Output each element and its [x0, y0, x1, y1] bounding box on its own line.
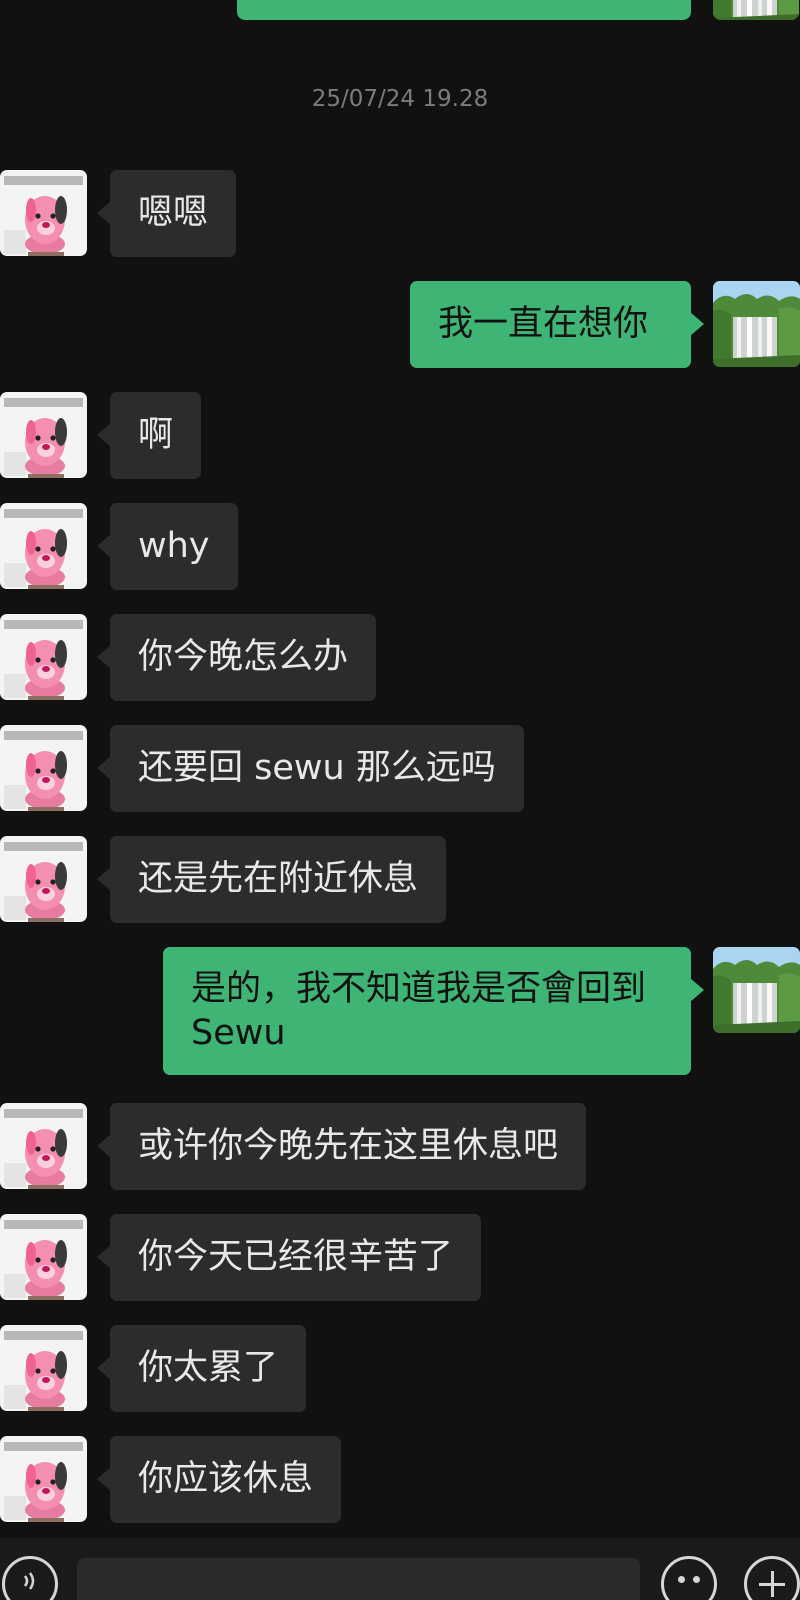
contact-avatar-icon[interactable] [0, 1103, 87, 1189]
incoming-message-bubble[interactable]: 你今天已经很辛苦了 [96, 1214, 482, 1301]
voice-wave-icon[interactable] [2, 1556, 58, 1600]
emoji-smiley-icon[interactable] [661, 1556, 717, 1600]
contact-avatar-icon[interactable] [0, 725, 87, 811]
outgoing-message-bubble[interactable]: 是的，我不知道我是否會回到 Sewu [163, 947, 704, 1075]
plus-icon[interactable] [744, 1556, 800, 1600]
contact-avatar-icon[interactable] [0, 1436, 87, 1522]
incoming-message-bubble[interactable]: 啊 [96, 392, 202, 479]
incoming-message-bubble[interactable]: 嗯嗯 [96, 170, 237, 257]
contact-avatar-icon[interactable] [0, 503, 87, 589]
incoming-message-bubble[interactable]: 你应该休息 [96, 1436, 342, 1523]
message-input[interactable] [77, 1558, 640, 1600]
contact-avatar-icon[interactable] [0, 614, 87, 700]
contact-avatar-icon[interactable] [0, 836, 87, 922]
contact-avatar-icon[interactable] [0, 1325, 87, 1411]
incoming-message-bubble[interactable]: why [97, 503, 238, 590]
chat-screen: 25/07/24 19.28 嗯嗯 我一直在想你 啊 why 你今晚怎么办 还要… [0, 0, 800, 1600]
contact-avatar-icon[interactable] [0, 170, 87, 256]
own-avatar-edge [713, 0, 799, 20]
contact-avatar-icon[interactable] [0, 1214, 87, 1300]
incoming-message-bubble[interactable]: 你今晚怎么办 [96, 614, 377, 701]
incoming-message-bubble[interactable]: 还要回 sewu 那么远吗 [97, 725, 524, 812]
contact-avatar-icon[interactable] [0, 392, 87, 478]
incoming-message-bubble[interactable]: 或许你今晚先在这里休息吧 [96, 1103, 587, 1190]
own-avatar-icon[interactable] [713, 947, 800, 1033]
outgoing-message-bubble[interactable]: 我一直在想你 [410, 281, 704, 368]
incoming-message-bubble[interactable]: 你太累了 [96, 1325, 307, 1412]
incoming-message-bubble[interactable]: 还是先在附近休息 [96, 836, 447, 923]
message-timestamp: 25/07/24 19.28 [311, 86, 489, 112]
chat-input-bar [0, 1538, 800, 1600]
own-avatar-icon[interactable] [713, 281, 800, 367]
previous-outgoing-bubble-edge [237, 0, 691, 20]
